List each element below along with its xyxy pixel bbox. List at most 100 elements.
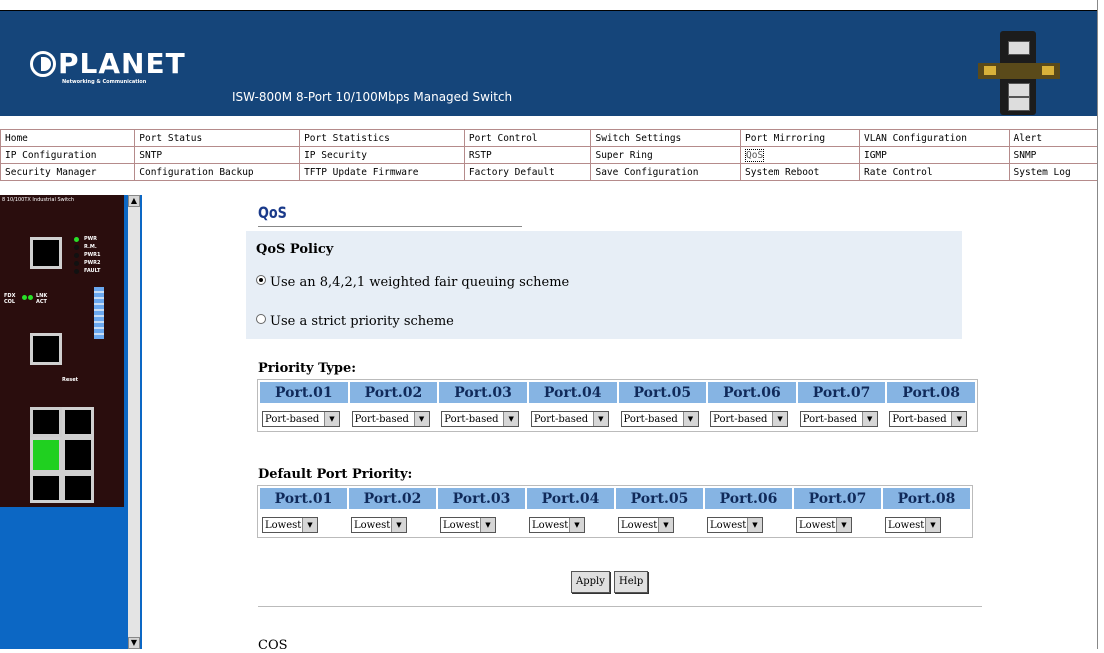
menu-item-port-statistics[interactable]: Port Statistics xyxy=(299,129,465,147)
radio-strict[interactable] xyxy=(256,314,266,324)
menu-item-port-status[interactable]: Port Status xyxy=(134,129,301,147)
menu-item-label: Port Status xyxy=(139,132,203,144)
select-value: Port-based xyxy=(623,414,678,425)
scroll-down-icon[interactable]: ▼ xyxy=(128,637,140,649)
menu-item-system-log[interactable]: System Log xyxy=(1008,163,1099,181)
dropdown-arrow-icon[interactable]: ▼ xyxy=(503,412,519,426)
port-4 xyxy=(62,437,94,473)
menu-item-rate-control[interactable]: Rate Control xyxy=(858,163,1010,181)
priority-select[interactable]: Port-based ▼ xyxy=(262,411,340,427)
dropdown-arrow-icon[interactable]: ▼ xyxy=(569,518,584,532)
port-cell: Lowest ▼ xyxy=(794,511,881,535)
main-content: QoS QoS Policy Use an 8,4,2,1 weighted f… xyxy=(142,195,1098,653)
menu-item-qos[interactable]: QoS xyxy=(740,146,860,164)
select-value: Lowest xyxy=(354,520,391,531)
priority-select[interactable]: Port-based ▼ xyxy=(620,411,699,427)
section-divider xyxy=(258,606,982,607)
dropdown-arrow-icon[interactable]: ▼ xyxy=(772,412,788,426)
dropdown-arrow-icon[interactable]: ▼ xyxy=(925,518,940,532)
header-banner: PLANET Networking & Communication ISW-80… xyxy=(0,10,1098,116)
menu-item-label: Home xyxy=(5,132,28,144)
dip-switch xyxy=(94,287,104,339)
priority-select[interactable]: Lowest ▼ xyxy=(707,517,763,533)
priority-select[interactable]: Port-based ▼ xyxy=(441,411,520,427)
menu-item-rstp[interactable]: RSTP xyxy=(463,146,592,164)
priority-select[interactable]: Lowest ▼ xyxy=(440,517,496,533)
menu-item-label: Factory Default xyxy=(468,166,555,178)
menu-item-label: Super Ring xyxy=(595,149,653,161)
dropdown-arrow-icon[interactable]: ▼ xyxy=(302,518,317,532)
dropdown-arrow-icon[interactable]: ▼ xyxy=(747,518,762,532)
menu-item-factory-default[interactable]: Factory Default xyxy=(463,163,592,181)
priority-select[interactable]: Port-based ▼ xyxy=(530,411,609,427)
port-cell: Port-based ▼ xyxy=(528,405,617,429)
dropdown-arrow-icon[interactable]: ▼ xyxy=(592,412,608,426)
select-value: Lowest xyxy=(888,520,925,531)
priority-select[interactable]: Port-based ▼ xyxy=(710,411,789,427)
console-port xyxy=(30,237,62,269)
sidebar-scrollbar[interactable]: ▲ ▼ xyxy=(128,195,140,649)
dropdown-arrow-icon[interactable]: ▼ xyxy=(682,412,698,426)
led-pwr xyxy=(74,237,79,242)
fdx-col-label: FDX COL xyxy=(4,293,16,305)
menu-item-label: Rate Control xyxy=(863,166,933,178)
dropdown-arrow-icon[interactable]: ▼ xyxy=(861,412,877,426)
menu-item-port-mirroring[interactable]: Port Mirroring xyxy=(740,129,860,147)
port-header: Port.02 xyxy=(349,382,438,403)
dropdown-arrow-icon[interactable]: ▼ xyxy=(391,518,406,532)
menu-item-system-reboot[interactable]: System Reboot xyxy=(740,163,860,181)
dropdown-arrow-icon[interactable]: ▼ xyxy=(324,412,339,426)
menu-item-port-control[interactable]: Port Control xyxy=(463,129,592,147)
priority-select[interactable]: Port-based ▼ xyxy=(799,411,878,427)
menu-item-sntp[interactable]: SNTP xyxy=(134,146,301,164)
dropdown-arrow-icon[interactable]: ▼ xyxy=(480,518,495,532)
port-header: Port.03 xyxy=(438,488,525,509)
panel-title: 8 10/100TX Industrial Switch xyxy=(2,197,74,203)
port-header: Port.06 xyxy=(708,382,796,403)
menu-item-super-ring[interactable]: Super Ring xyxy=(590,146,742,164)
page-title: QoS xyxy=(258,203,287,222)
option-weighted-row[interactable]: Use an 8,4,2,1 weighted fair queuing sch… xyxy=(256,275,569,290)
menu-item-label: RSTP xyxy=(468,149,492,161)
priority-type-table: Port.01 Port.02 Port.03 Port.04 Port.05 Port.… xyxy=(257,379,978,432)
priority-select[interactable]: Port-based ▼ xyxy=(351,411,430,427)
select-value: Lowest xyxy=(532,520,569,531)
menu-item-alert[interactable]: Alert xyxy=(1008,129,1099,147)
help-button[interactable]: Help xyxy=(614,571,649,593)
priority-select[interactable]: Lowest ▼ xyxy=(351,517,407,533)
dropdown-arrow-icon[interactable]: ▼ xyxy=(658,518,673,532)
led-fault xyxy=(74,269,79,274)
menu-item-ip-configuration[interactable]: IP Configuration xyxy=(0,146,136,164)
priority-select[interactable]: Lowest ▼ xyxy=(885,517,941,533)
port-cell: Lowest ▼ xyxy=(883,511,970,535)
priority-select[interactable]: Lowest ▼ xyxy=(618,517,674,533)
priority-select[interactable]: Port-based ▼ xyxy=(889,411,968,427)
menu-item-snmp[interactable]: SNMP xyxy=(1008,146,1099,164)
select-value: Lowest xyxy=(710,520,747,531)
dropdown-arrow-icon[interactable]: ▼ xyxy=(413,412,429,426)
priority-select[interactable]: Lowest ▼ xyxy=(262,517,318,533)
dropdown-arrow-icon[interactable]: ▼ xyxy=(836,518,851,532)
port-2 xyxy=(62,473,94,503)
priority-select[interactable]: Lowest ▼ xyxy=(529,517,585,533)
menu-item-vlan-configuration[interactable]: VLAN Configuration xyxy=(858,129,1010,147)
port-6 xyxy=(30,407,62,437)
menu-item-label: QoS xyxy=(745,148,765,162)
menu-item-home[interactable]: Home xyxy=(0,129,136,147)
menu-item-igmp[interactable]: IGMP xyxy=(858,146,1010,164)
menu-item-configuration-backup[interactable]: Configuration Backup xyxy=(134,163,301,181)
dropdown-arrow-icon[interactable]: ▼ xyxy=(951,412,967,426)
select-value: Lowest xyxy=(621,520,658,531)
priority-select[interactable]: Lowest ▼ xyxy=(796,517,852,533)
radio-weighted[interactable] xyxy=(256,275,266,285)
menu-item-save-configuration[interactable]: Save Configuration xyxy=(590,163,742,181)
menu-item-security-manager[interactable]: Security Manager xyxy=(0,163,136,181)
select-value: Port-based xyxy=(444,414,499,425)
apply-button[interactable]: Apply xyxy=(571,571,610,593)
menu-item-ip-security[interactable]: IP Security xyxy=(299,146,465,164)
menu-item-tftp-update-firmware[interactable]: TFTP Update Firmware xyxy=(299,163,465,181)
port-header: Port.05 xyxy=(618,382,707,403)
scroll-up-icon[interactable]: ▲ xyxy=(128,195,140,207)
menu-item-switch-settings[interactable]: Switch Settings xyxy=(590,129,742,147)
option-strict-row[interactable]: Use a strict priority scheme xyxy=(256,314,454,329)
